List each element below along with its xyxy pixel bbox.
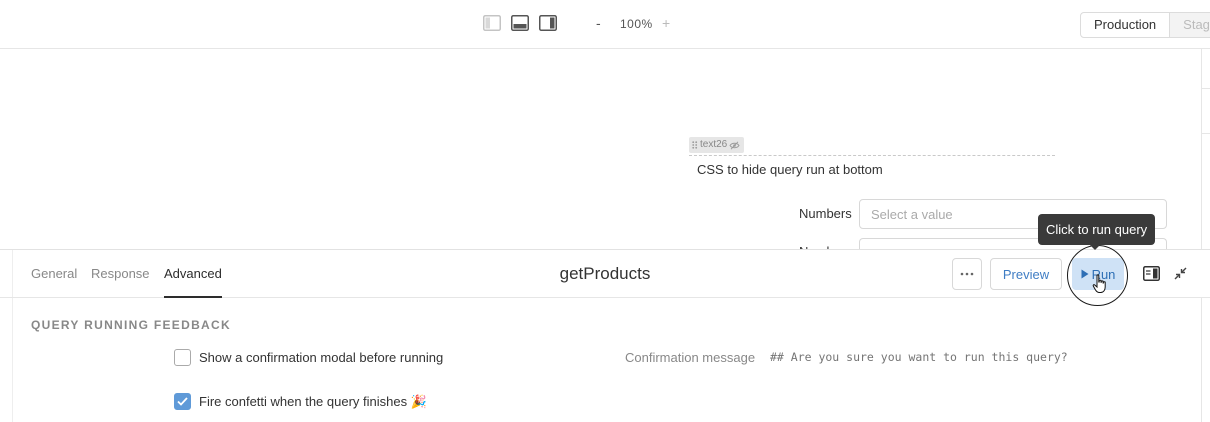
divider xyxy=(1202,88,1210,89)
more-options-button[interactable] xyxy=(952,258,982,290)
env-staging-button[interactable]: Stagi xyxy=(1170,12,1210,38)
component-tag-label: text26 xyxy=(700,139,728,150)
preview-button[interactable]: Preview xyxy=(990,258,1062,290)
toggle-side-panel-icon[interactable] xyxy=(1143,266,1160,286)
confirmation-message-input[interactable] xyxy=(762,342,1122,372)
section-title: QUERY RUNNING FEEDBACK xyxy=(31,318,231,332)
component-tag[interactable]: text26 xyxy=(689,137,745,153)
pointer-cursor-icon xyxy=(1092,274,1108,299)
zoom-in-button[interactable]: + xyxy=(662,15,670,31)
environment-switcher: Production Stagi xyxy=(1080,12,1210,38)
numbers-label: Numbers xyxy=(799,206,852,221)
numbers-select-placeholder: Select a value xyxy=(871,207,953,222)
bottom-panel-icon[interactable] xyxy=(511,15,529,31)
active-tab-indicator xyxy=(164,296,222,298)
env-production-button[interactable]: Production xyxy=(1080,12,1171,38)
right-panel-icon[interactable] xyxy=(539,15,557,31)
left-panel-icon[interactable] xyxy=(483,15,501,31)
divider xyxy=(1201,298,1202,422)
minimize-icon[interactable] xyxy=(1174,267,1187,285)
confirmation-modal-checkbox[interactable] xyxy=(174,349,191,366)
top-toolbar: - 100% + Production Stagi xyxy=(0,0,1210,49)
component-outline xyxy=(689,155,1055,156)
confirmation-message-label: Confirmation message xyxy=(625,350,756,365)
run-tooltip: Click to run query xyxy=(1038,214,1156,245)
divider xyxy=(1202,133,1210,134)
drag-handle-icon xyxy=(692,141,698,149)
tooltip-arrow xyxy=(1090,245,1100,250)
confirmation-modal-label: Show a confirmation modal before running xyxy=(199,350,444,365)
eye-off-icon xyxy=(729,140,740,150)
text-component[interactable]: CSS to hide query run at bottom xyxy=(697,162,883,177)
confetti-checkbox[interactable] xyxy=(174,393,191,410)
checkmark-icon xyxy=(177,397,188,406)
confetti-label: Fire confetti when the query finishes 🎉 xyxy=(199,394,427,409)
zoom-level: 100% xyxy=(620,17,653,31)
zoom-out-button[interactable]: - xyxy=(596,15,601,31)
more-icon xyxy=(960,272,974,276)
